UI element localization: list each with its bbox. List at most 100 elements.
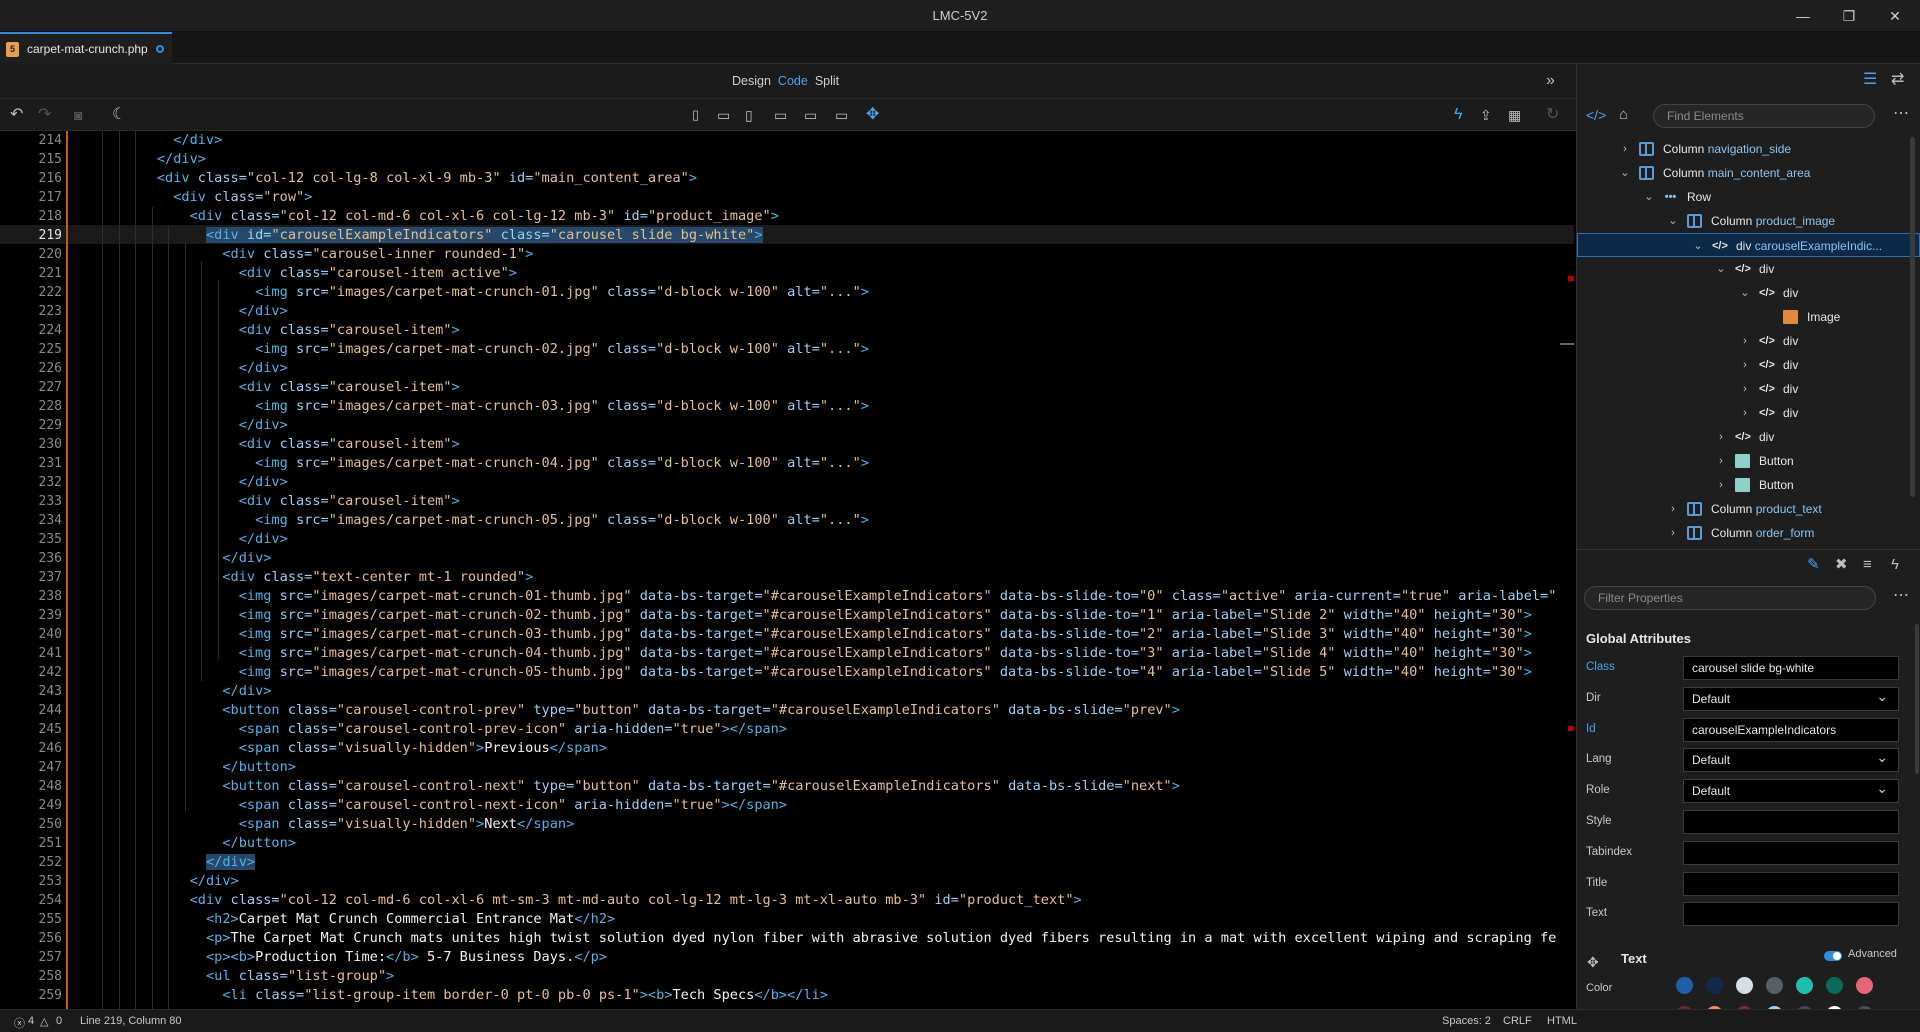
- code-line[interactable]: <div class="carousel-item active">: [75, 264, 517, 283]
- export-icon[interactable]: ⇪: [1480, 105, 1492, 125]
- code-line[interactable]: <div class="col-12 col-md-6 col-xl-6 mt-…: [75, 891, 1082, 910]
- chevron-right-icon[interactable]: ›: [1667, 521, 1679, 545]
- code-line[interactable]: <img src="images/carpet-mat-crunch-01.jp…: [75, 283, 869, 302]
- desktop-view-icon[interactable]: ▭: [804, 105, 817, 125]
- property-select[interactable]: Default: [1683, 777, 1899, 804]
- property-input[interactable]: carouselExampleIndicators: [1683, 717, 1899, 742]
- color-swatch[interactable]: [1676, 977, 1693, 994]
- code-line[interactable]: <div class="carousel-inner rounded-1">: [75, 245, 533, 264]
- component-icon[interactable]: ⌂: [1619, 105, 1628, 125]
- color-swatch[interactable]: [1826, 977, 1843, 994]
- color-swatch[interactable]: [1706, 977, 1723, 994]
- close-button[interactable]: ✕: [1872, 0, 1918, 32]
- tree-item[interactable]: › Button: [1577, 449, 1920, 473]
- redo-icon[interactable]: ↷: [38, 105, 51, 125]
- chevron-right-icon[interactable]: ›: [1715, 449, 1727, 473]
- tablet-view-icon[interactable]: ▯: [745, 105, 753, 125]
- lightning-icon[interactable]: ϟ: [1454, 105, 1462, 125]
- chevron-right-icon[interactable]: ›: [1739, 329, 1751, 353]
- code-line[interactable]: <span class="visually-hidden">Next</span…: [75, 815, 575, 834]
- tree-item[interactable]: › </> div: [1577, 329, 1920, 353]
- undo-icon[interactable]: ↶: [10, 105, 23, 125]
- tree-item[interactable]: › Column product_text: [1577, 497, 1920, 521]
- find-elements-input[interactable]: Find Elements: [1653, 104, 1875, 128]
- wide-desktop-view-icon[interactable]: ▭: [835, 105, 848, 125]
- code-line[interactable]: <img src="images/carpet-mat-crunch-01-th…: [75, 587, 1557, 606]
- code-line[interactable]: <span class="visually-hidden">Previous</…: [75, 739, 607, 758]
- tree-item[interactable]: › Button: [1577, 473, 1920, 497]
- code-line[interactable]: <img src="images/carpet-mat-crunch-03-th…: [75, 625, 1532, 644]
- code-line[interactable]: <li class="list-group-item border-0 pt-0…: [75, 986, 828, 1005]
- filter-properties-input[interactable]: Filter Properties: [1584, 586, 1876, 610]
- property-input[interactable]: carousel slide bg-white: [1683, 656, 1899, 680]
- code-line[interactable]: </div>: [75, 416, 288, 435]
- tree-item[interactable]: ⌄ </> div: [1577, 257, 1920, 281]
- error-icon[interactable]: ⓧ: [14, 1015, 25, 1031]
- collapse-panels-icon[interactable]: »: [1546, 71, 1555, 91]
- chevron-down-icon[interactable]: ⌄: [1619, 161, 1631, 185]
- tree-item[interactable]: › </> div: [1577, 425, 1920, 449]
- tree-item[interactable]: ⌄ Column main_content_area: [1577, 161, 1920, 185]
- chevron-down-icon[interactable]: ⌄: [1667, 209, 1679, 233]
- code-line[interactable]: <ul class="list-group">: [75, 967, 394, 986]
- css-icon[interactable]: ≡: [1863, 555, 1872, 575]
- chevron-down-icon[interactable]: ⌄: [1739, 281, 1751, 305]
- code-line[interactable]: </button>: [75, 758, 296, 777]
- code-line[interactable]: <span class="carousel-control-next-icon"…: [75, 796, 787, 815]
- code-line[interactable]: </div>: [75, 549, 271, 568]
- code-line[interactable]: </div>: [75, 682, 271, 701]
- property-input[interactable]: [1683, 902, 1899, 927]
- code-line[interactable]: <div class="col-12 col-md-6 col-xl-6 col…: [75, 207, 779, 226]
- chevron-right-icon[interactable]: ›: [1619, 137, 1631, 161]
- advanced-toggle[interactable]: [1824, 951, 1842, 961]
- split-mode-button[interactable]: Split: [815, 74, 839, 88]
- chevron-right-icon[interactable]: ›: [1715, 473, 1727, 497]
- tree-item[interactable]: › </> div: [1577, 377, 1920, 401]
- code-editor[interactable]: 214 </div> 215 </div> 216 <div class="col-…: [0, 131, 1576, 1009]
- tree-item[interactable]: ⌄ Column product_image: [1577, 209, 1920, 233]
- code-line[interactable]: <div class="carousel-item">: [75, 492, 460, 511]
- color-swatch[interactable]: [1736, 977, 1753, 994]
- color-swatch[interactable]: [1796, 977, 1813, 994]
- align-icon[interactable]: ☰: [1863, 70, 1877, 90]
- indentation-setting[interactable]: Spaces: 2: [1442, 1015, 1491, 1027]
- code-line[interactable]: </div>: [75, 302, 288, 321]
- code-line[interactable]: </div>: [75, 530, 288, 549]
- more-options-icon[interactable]: ⋯: [1893, 104, 1909, 124]
- tree-item[interactable]: › Column order_form: [1577, 521, 1920, 545]
- properties-scrollbar[interactable]: [1915, 624, 1919, 774]
- code-line[interactable]: <button class="carousel-control-next" ty…: [75, 777, 1180, 796]
- more-properties-icon[interactable]: ⋯: [1893, 586, 1909, 606]
- file-tab[interactable]: 5 carpet-mat-crunch.php: [0, 32, 172, 64]
- warning-count[interactable]: 0: [56, 1015, 62, 1027]
- tree-item[interactable]: ⌄ </> div: [1577, 281, 1920, 305]
- tree-item[interactable]: Image: [1577, 305, 1920, 329]
- code-line[interactable]: <h2>Carpet Mat Crunch Commercial Entranc…: [75, 910, 615, 929]
- mobile-view-icon[interactable]: ▯: [692, 105, 699, 125]
- code-line[interactable]: <span class="carousel-control-prev-icon"…: [75, 720, 787, 739]
- swap-icon[interactable]: ⇄: [1891, 70, 1904, 90]
- tree-scrollbar[interactable]: [1910, 137, 1915, 497]
- property-input[interactable]: [1683, 810, 1899, 834]
- code-line[interactable]: <div class="col-12 col-lg-8 col-xl-9 mb-…: [75, 169, 697, 188]
- edit-icon[interactable]: ✎: [1807, 555, 1820, 575]
- language-mode[interactable]: HTML: [1547, 1015, 1577, 1027]
- color-swatch[interactable]: [1766, 977, 1783, 994]
- line-ending[interactable]: CRLF: [1503, 1015, 1532, 1027]
- tree-item[interactable]: › Column navigation_side: [1577, 137, 1920, 161]
- tree-item[interactable]: › </> div: [1577, 401, 1920, 425]
- code-line[interactable]: </div>: [75, 131, 222, 150]
- chevron-right-icon[interactable]: ›: [1739, 401, 1751, 425]
- color-swatch[interactable]: [1856, 977, 1873, 994]
- property-input[interactable]: [1683, 871, 1899, 896]
- code-line[interactable]: <img src="images/carpet-mat-crunch-05-th…: [75, 663, 1532, 682]
- code-line[interactable]: <p>The Carpet Mat Crunch mats unites hig…: [75, 929, 1556, 948]
- chevron-right-icon[interactable]: ›: [1739, 377, 1751, 401]
- chevron-down-icon[interactable]: ⌄: [1692, 234, 1704, 258]
- tree-item[interactable]: ⌄ ••• Row: [1577, 185, 1920, 209]
- chevron-down-icon[interactable]: ⌄: [1715, 257, 1727, 281]
- tools-icon[interactable]: ✖: [1835, 555, 1848, 575]
- property-select[interactable]: Default: [1683, 685, 1899, 711]
- code-line[interactable]: </div>: [75, 872, 239, 891]
- property-input[interactable]: [1683, 840, 1899, 865]
